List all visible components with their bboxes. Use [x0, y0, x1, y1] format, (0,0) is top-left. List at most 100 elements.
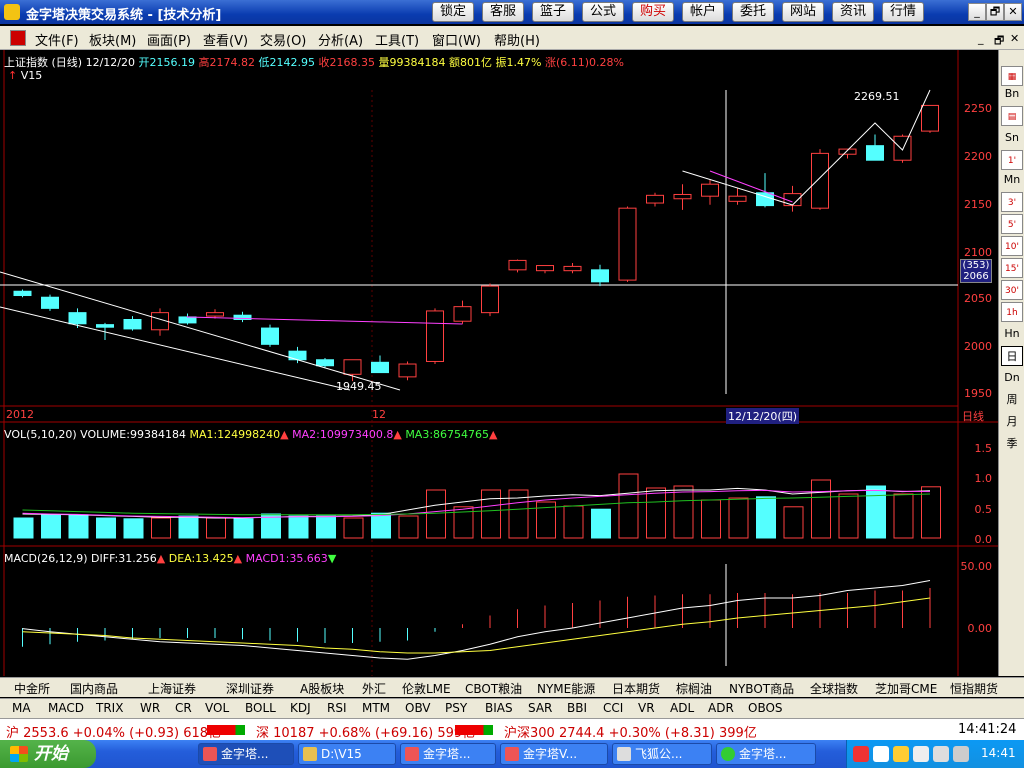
tray-icon[interactable] — [873, 746, 889, 762]
market-tab[interactable]: A股板块 — [300, 680, 344, 697]
market-tab[interactable]: 棕榈油 — [676, 680, 712, 697]
open-value: 开2156.19 — [138, 56, 196, 69]
market-tab[interactable]: CBOT粮油 — [465, 680, 522, 697]
market-tab[interactable]: 深圳证券 — [226, 680, 274, 697]
period-10min[interactable]: 10' — [1001, 236, 1023, 256]
menu-file[interactable]: 文件(F) — [35, 30, 79, 49]
period-30min[interactable]: 30' — [1001, 280, 1023, 300]
formula-button[interactable]: 公式 — [582, 2, 624, 22]
indicator-tab[interactable]: ADR — [708, 701, 734, 715]
menu-screen[interactable]: 画面(P) — [147, 30, 191, 49]
indicator-tab[interactable]: BOLL — [245, 701, 276, 715]
indicator-tab[interactable]: CCI — [603, 701, 623, 715]
basket-button[interactable]: 篮子 — [532, 2, 574, 22]
mdi-restore-icon[interactable]: 🗗 — [994, 32, 1004, 51]
account-button[interactable]: 帐户 — [682, 2, 724, 22]
chart-icon[interactable]: ▦ — [1001, 66, 1023, 86]
document-icon[interactable] — [10, 30, 26, 46]
market-tab[interactable]: 日本期货 — [612, 680, 660, 697]
market-tab[interactable]: 伦敦LME — [402, 680, 451, 697]
sz-index-quote[interactable]: 深 10187 +0.68% (+69.16) 599亿 — [256, 722, 475, 741]
indicator-tab[interactable]: PSY — [445, 701, 467, 715]
period-1h[interactable]: 1h — [1001, 302, 1023, 322]
period-1min[interactable]: 1' — [1001, 150, 1023, 170]
quote-button[interactable]: 行情 — [882, 2, 924, 22]
menu-sector[interactable]: 板块(M) — [89, 30, 136, 49]
indicator-tab[interactable]: VR — [638, 701, 655, 715]
indicator-tab[interactable]: SAR — [528, 701, 552, 715]
hs300-quote[interactable]: 沪深300 2744.4 +0.30% (+8.31) 399亿 — [504, 722, 757, 741]
volume-icon[interactable] — [953, 746, 969, 762]
task-label: 金字塔... — [423, 747, 471, 761]
lock-button[interactable]: 锁定 — [432, 2, 474, 22]
period-mn[interactable]: Mn — [1001, 170, 1023, 190]
taskbar-item[interactable]: 金字塔V... — [500, 743, 608, 765]
tray-icon[interactable] — [893, 746, 909, 762]
shield-icon[interactable] — [913, 746, 929, 762]
menu-window[interactable]: 窗口(W) — [432, 30, 481, 49]
indicator-tab[interactable]: OBOS — [748, 701, 783, 715]
chart-icon[interactable]: ▤ — [1001, 106, 1023, 126]
service-button[interactable]: 客服 — [482, 2, 524, 22]
period-bn[interactable]: Bn — [1001, 84, 1023, 104]
indicator-tab[interactable]: WR — [140, 701, 160, 715]
market-tab[interactable]: 上海证券 — [148, 680, 196, 697]
indicator-tab[interactable]: VOL — [205, 701, 229, 715]
period-quarter[interactable]: 季 — [1001, 434, 1023, 454]
indicator-tab[interactable]: MTM — [362, 701, 390, 715]
chart-area[interactable]: 上证指数 (日线) 12/12/20 开2156.19 高2174.82 低21… — [0, 50, 998, 676]
market-tab[interactable]: NYBOT商品 — [729, 680, 794, 697]
period-sn[interactable]: Sn — [1001, 128, 1023, 148]
market-tab[interactable]: 外汇 — [362, 680, 386, 697]
period-dn[interactable]: Dn — [1001, 368, 1023, 388]
minimize-icon[interactable]: _ — [968, 3, 986, 21]
indicator-tab[interactable]: OBV — [405, 701, 431, 715]
period-3min[interactable]: 3' — [1001, 192, 1023, 212]
mdi-close-icon[interactable]: ✕ — [1010, 32, 1019, 45]
indicator-tab[interactable]: TRIX — [96, 701, 123, 715]
mdi-minimize-icon[interactable]: _ — [978, 32, 984, 45]
taskbar-item[interactable]: 金字塔... — [198, 743, 294, 765]
order-button[interactable]: 委托 — [732, 2, 774, 22]
taskbar-item[interactable]: 金字塔... — [400, 743, 496, 765]
network-icon[interactable] — [933, 746, 949, 762]
indicator-tab[interactable]: CR — [175, 701, 192, 715]
market-tab[interactable]: 全球指数 — [810, 680, 858, 697]
period-day[interactable]: 日 — [1001, 346, 1023, 366]
market-tab[interactable]: 芝加哥CME — [875, 680, 937, 697]
market-tab[interactable]: 恒指期货 — [950, 680, 998, 697]
sh-index-quote[interactable]: 沪 2553.6 +0.04% (+0.93) 618亿 — [6, 722, 221, 741]
buy-button[interactable]: 购买 — [632, 2, 674, 22]
menu-view[interactable]: 查看(V) — [203, 30, 248, 49]
menu-trade[interactable]: 交易(O) — [260, 30, 306, 49]
period-5min[interactable]: 5' — [1001, 214, 1023, 234]
app-icon — [405, 747, 419, 761]
indicator-tab[interactable]: BBI — [567, 701, 587, 715]
market-tab[interactable]: NYME能源 — [537, 680, 595, 697]
website-button[interactable]: 网站 — [782, 2, 824, 22]
period-hn[interactable]: Hn — [1001, 324, 1023, 344]
indicator-tab[interactable]: BIAS — [485, 701, 513, 715]
start-button[interactable]: 开始 — [0, 740, 96, 768]
indicator-tab[interactable]: RSI — [327, 701, 347, 715]
market-tab[interactable]: 国内商品 — [70, 680, 118, 697]
tray-icon[interactable] — [853, 746, 869, 762]
indicator-tab[interactable]: MA — [12, 701, 31, 715]
news-button[interactable]: 资讯 — [832, 2, 874, 22]
period-15min[interactable]: 15' — [1001, 258, 1023, 278]
taskbar-item[interactable]: 飞狐公... — [612, 743, 712, 765]
indicator-tab[interactable]: KDJ — [290, 701, 311, 715]
kline-chart[interactable] — [0, 50, 998, 676]
menu-help[interactable]: 帮助(H) — [494, 30, 540, 49]
menu-tools[interactable]: 工具(T) — [375, 30, 419, 49]
close-icon[interactable]: ✕ — [1004, 3, 1022, 21]
restore-icon[interactable]: 🗗 — [986, 3, 1004, 21]
menu-analysis[interactable]: 分析(A) — [318, 30, 363, 49]
indicator-tab[interactable]: MACD — [48, 701, 84, 715]
period-month[interactable]: 月 — [1001, 412, 1023, 432]
period-week[interactable]: 周 — [1001, 390, 1023, 410]
taskbar-item[interactable]: D:\V15 — [298, 743, 396, 765]
indicator-tab[interactable]: ADL — [670, 701, 694, 715]
taskbar-item[interactable]: 金字塔... — [716, 743, 816, 765]
market-tab[interactable]: 中金所 — [14, 680, 50, 697]
